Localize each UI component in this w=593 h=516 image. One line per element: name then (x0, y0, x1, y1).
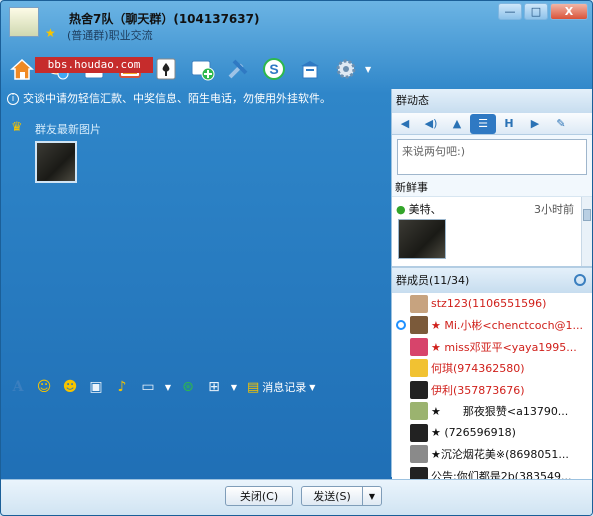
music-icon[interactable]: ♪ (111, 377, 133, 397)
member-avatar (410, 294, 428, 313)
fresh-news-item[interactable]: ● 美特、 3小时前 (396, 201, 574, 217)
scroll-right-icon[interactable]: ▶ (522, 114, 548, 134)
tab-photos-icon[interactable]: ▲ (444, 114, 470, 134)
member-name: stz123(1106551596) (431, 297, 547, 311)
member-item[interactable]: stz123(1106551596) (392, 293, 592, 315)
close-window-button[interactable]: X (550, 3, 588, 20)
chat-history[interactable]: ♛ 群友最新图片 (3, 109, 390, 371)
notice-text: 交谈中请勿轻信汇款、中奖信息、陌生电话，勿使用外挂软件。 (23, 92, 331, 105)
chevron-down-icon[interactable]: ▼ (163, 377, 173, 397)
member-name: ★ Mi.小彬<chenctcoch@1... (431, 319, 584, 333)
chevron-down-icon: ▼ (309, 382, 316, 392)
security-notice: i 交谈中请勿轻信汇款、中奖信息、陌生电话，勿使用外挂软件。 (7, 91, 390, 107)
minimize-button[interactable]: — (498, 3, 522, 20)
member-item[interactable]: ★ miss邓亚平<yaya1995... (392, 336, 592, 358)
scrollbar-thumb[interactable] (583, 209, 591, 221)
bulletin-icon[interactable] (293, 52, 327, 86)
home-icon[interactable] (5, 52, 39, 86)
wrench-icon[interactable]: ✎ (548, 114, 574, 134)
star-icon: ★ (45, 26, 56, 40)
member-item[interactable]: ★ Mi.小彬<chenctcoch@1... (392, 315, 592, 337)
history-icon: ▤ (247, 379, 260, 395)
fresh-news-time: 3小时前 (534, 203, 574, 216)
member-name: ★ 那夜狠赞<a13790... (431, 405, 569, 419)
member-name: ★沉沦烟花美※(8698051... (431, 448, 569, 462)
history-label: 消息记录 (262, 381, 307, 394)
online-status-icon (396, 319, 406, 330)
member-name: 何琪(974362580) (431, 362, 525, 376)
watermark: bbs.houdao.com (35, 57, 153, 73)
member-item[interactable]: 伊利(357873676) (392, 379, 592, 401)
members-count: 群成员(11/34) (396, 274, 470, 287)
shake-icon[interactable]: ⊞ (203, 377, 225, 397)
group-name[interactable]: 热舍7队（聊天群）(104137637) (69, 10, 259, 27)
soso-small-icon[interactable]: ⊛ (177, 377, 199, 397)
member-avatar (410, 380, 428, 399)
maximize-button[interactable]: □ (524, 3, 548, 20)
member-name: 伊利(357873676) (431, 383, 525, 397)
message-input[interactable] (3, 401, 390, 479)
input-toolbar: A ☺ ☻ ▣ ♪ ▭ ▼ ⊛ ⊞ ▼ ▤ 消息记录 ▼ (5, 375, 390, 399)
bottom-bar: 关闭(C) 发送(S) ▼ (1, 479, 592, 515)
fresh-news-thumbnail[interactable] (398, 219, 446, 259)
member-name: ★ (726596918) (431, 426, 516, 440)
message-icon: ● (396, 203, 406, 216)
group-chat-window: ★ 热舍7队（聊天群）(104137637) (普通群)职业交流 — □ X S… (0, 0, 593, 516)
group-photos-label: 群友最新图片 (35, 123, 101, 136)
send-options-button[interactable]: ▼ (362, 486, 382, 506)
soso-icon[interactable]: S (257, 52, 291, 86)
search-icon[interactable] (574, 274, 586, 286)
member-avatar (410, 402, 428, 421)
tab-list-icon[interactable]: ☰ (470, 113, 496, 134)
member-item[interactable]: 何琪(974362580) (392, 358, 592, 380)
svg-text:S: S (269, 61, 278, 77)
group-type: (普通群)职业交流 (67, 29, 153, 42)
activity-input[interactable]: 来说两句吧:) (397, 139, 587, 175)
fresh-news-list[interactable]: ● 美特、 3小时前 (392, 197, 592, 267)
fresh-news-author: 美特、 (408, 203, 442, 216)
tab-h-icon[interactable]: H (496, 114, 522, 134)
member-name: ★ miss邓亚平<yaya1995... (431, 340, 577, 354)
member-avatar (410, 423, 428, 442)
info-icon: i (7, 93, 19, 105)
add-app-icon[interactable] (185, 52, 219, 86)
emoji-icon[interactable]: ☺ (33, 377, 55, 397)
fresh-news-title: 新鲜事 (392, 179, 592, 197)
group-avatar[interactable] (9, 7, 39, 37)
member-avatar (410, 316, 428, 335)
member-item[interactable]: ★ 那夜狠赞<a13790... (392, 401, 592, 423)
title-bar[interactable]: ★ 热舍7队（聊天群）(104137637) (普通群)职业交流 — □ X (1, 1, 592, 47)
chevron-down-icon[interactable]: ▼ (365, 65, 371, 74)
tools-icon[interactable] (221, 52, 255, 86)
chevron-down-icon[interactable]: ▼ (229, 377, 239, 397)
screenshot-icon[interactable]: ▭ (137, 377, 159, 397)
settings-icon[interactable] (329, 52, 363, 86)
close-button[interactable]: 关闭(C) (225, 486, 293, 506)
send-button[interactable]: 发送(S) (301, 486, 363, 506)
member-avatar (410, 337, 428, 356)
speaker-icon[interactable]: ◀) (418, 114, 444, 134)
member-avatar (410, 359, 428, 378)
members-header: 群成员(11/34) (392, 267, 592, 293)
image-icon[interactable]: ▣ (85, 377, 107, 397)
game-icon[interactable] (149, 52, 183, 86)
crown-icon: ♛ (11, 120, 23, 135)
group-activity-header: 群动态 (392, 89, 592, 113)
font-icon[interactable]: A (7, 377, 29, 397)
member-avatar (410, 445, 428, 464)
magic-emoji-icon[interactable]: ☻ (59, 377, 81, 397)
scroll-left-icon[interactable]: ◀ (392, 114, 418, 134)
message-history-button[interactable]: ▤ 消息记录 ▼ (243, 379, 319, 395)
activity-tabs: ◀ ◀) ▲ ☰ H ▶ ✎ (392, 113, 592, 135)
right-panel: 群动态 ◀ ◀) ▲ ☰ H ▶ ✎ 来说两句吧:) 新鲜事 ● 美特、 3小时前… (391, 89, 592, 515)
member-item[interactable]: ★沉沦烟花美※(8698051... (392, 444, 592, 466)
member-item[interactable]: ★ (726596918) (392, 422, 592, 444)
window-controls: — □ X (498, 3, 588, 20)
group-photos-title[interactable]: ♛ 群友最新图片 (11, 120, 101, 137)
fresh-news-scrollbar[interactable] (581, 197, 592, 266)
photo-thumbnail[interactable] (35, 141, 77, 183)
